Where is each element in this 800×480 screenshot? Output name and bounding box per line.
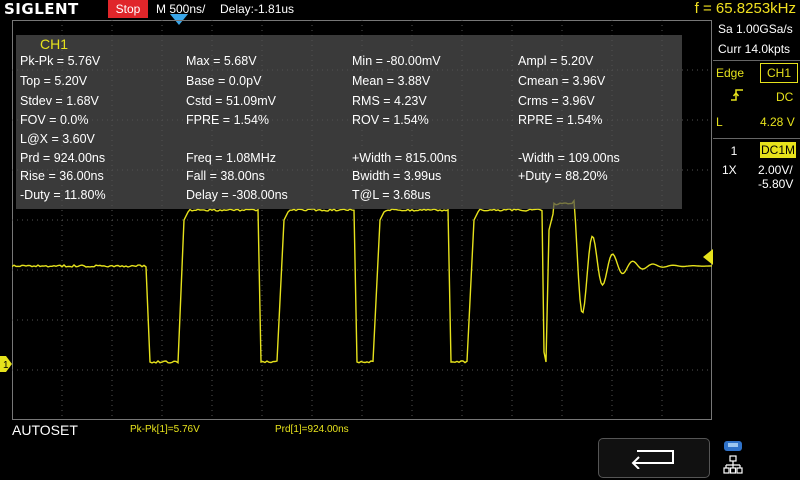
measurement-cell: Fall = 38.00ns (186, 169, 265, 183)
menu-title: AUTOSET (12, 422, 78, 438)
channel-number[interactable]: 1 (716, 143, 752, 159)
ch1-offset-marker-icon[interactable]: 1 (0, 356, 12, 372)
memory-depth: Curr 14.0kpts (718, 42, 790, 56)
network-icon (722, 440, 744, 476)
measurement-panel-title: CH1 (40, 36, 68, 52)
measurement-cell: +Width = 815.00ns (352, 151, 457, 165)
measurement-cell: RPRE = 1.54% (518, 113, 602, 127)
trigger-level-marker-icon[interactable] (703, 249, 713, 265)
bottom-measure-period: Prd[1]=924.00ns (275, 424, 349, 435)
trigger-coupling[interactable]: DC (776, 90, 793, 104)
measurement-cell: -Duty = 11.80% (20, 188, 106, 202)
sample-rate: Sa 1.00GSa/s (718, 22, 793, 36)
measurement-cell: RMS = 4.23V (352, 94, 427, 108)
measurement-cell: Stdev = 1.68V (20, 94, 99, 108)
measurement-cell: Min = -80.00mV (352, 54, 441, 68)
measurement-cell: Cmean = 3.96V (518, 74, 605, 88)
measurement-cell: Ampl = 5.20V (518, 54, 593, 68)
divider (713, 138, 800, 139)
measurement-cell: Top = 5.20V (20, 74, 87, 88)
trigger-level-value[interactable]: 4.28 V (760, 115, 795, 129)
measurement-cell: Max = 5.68V (186, 54, 257, 68)
brand-logo: SIGLENT (4, 0, 79, 18)
measurement-cell: FPRE = 1.54% (186, 113, 269, 127)
measurement-cell: Cstd = 51.09mV (186, 94, 276, 108)
measurement-cell: Delay = -308.00ns (186, 188, 288, 202)
measurement-cell: Base = 0.0pV (186, 74, 261, 88)
return-arrow-icon (629, 447, 679, 469)
ch1-marker-label: 1 (3, 360, 9, 371)
measurement-cell: Bwidth = 3.99us (352, 169, 441, 183)
back-button[interactable] (598, 438, 710, 478)
measurement-cell: ROV = 1.54% (352, 113, 429, 127)
divider (713, 60, 800, 61)
measurement-cell: Mean = 3.88V (352, 74, 430, 88)
measurement-cell: +Duty = 88.20% (518, 169, 608, 183)
rising-edge-icon (730, 88, 744, 102)
measurement-cell: Pk-Pk = 5.76V (20, 54, 100, 68)
channel-coupling[interactable]: DC1M (760, 142, 796, 158)
vertical-offset[interactable]: -5.80V (758, 177, 793, 191)
bottom-measure-pkpk: Pk-Pk[1]=5.76V (130, 424, 200, 435)
measurement-cell: -Width = 109.00ns (518, 151, 620, 165)
measurement-cell: Crms = 3.96V (518, 94, 595, 108)
measurement-cell: L@X = 3.60V (20, 132, 95, 146)
frequency-counter: f = 65.8253kHz (695, 0, 796, 18)
measurement-cell: Prd = 924.00ns (20, 151, 105, 165)
right-info-panel (713, 18, 800, 480)
vertical-scale[interactable]: 2.00V/ (758, 163, 793, 177)
run-stop-badge[interactable]: Stop (108, 0, 148, 18)
measurement-cell: FOV = 0.0% (20, 113, 88, 127)
trigger-type[interactable]: Edge (716, 66, 744, 80)
trigger-level-label: L (716, 115, 723, 129)
measurement-cell: Freq = 1.08MHz (186, 151, 276, 165)
probe-attenuation: 1X (722, 163, 737, 177)
measurement-cell: T@L = 3.68us (352, 188, 431, 202)
delay-readout[interactable]: Delay:-1.81us (220, 0, 294, 18)
measurement-cell: Rise = 36.00ns (20, 169, 104, 183)
trigger-source[interactable]: CH1 (760, 63, 798, 83)
